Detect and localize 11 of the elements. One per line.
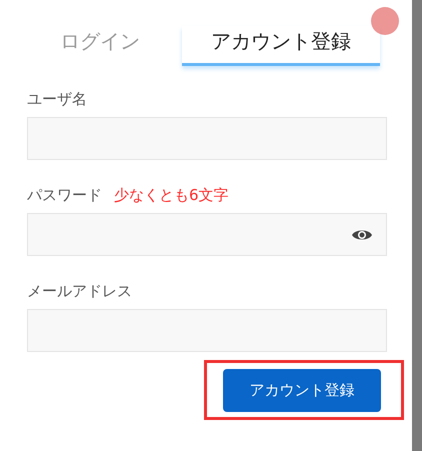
- register-button[interactable]: アカウント登録: [223, 369, 381, 412]
- field-label: パスワード: [27, 186, 102, 205]
- input-field[interactable]: [27, 309, 387, 352]
- field-label: ユーザ名: [27, 90, 87, 109]
- input-field[interactable]: [27, 213, 387, 256]
- field-label: メールアドレス: [27, 282, 132, 301]
- touch-indicator-icon: [371, 7, 399, 35]
- eye-icon[interactable]: [352, 228, 372, 242]
- tab[interactable]: アカウント登録: [182, 26, 380, 66]
- input-field[interactable]: [27, 117, 387, 160]
- field-hint: 少なくとも6文字: [114, 186, 229, 205]
